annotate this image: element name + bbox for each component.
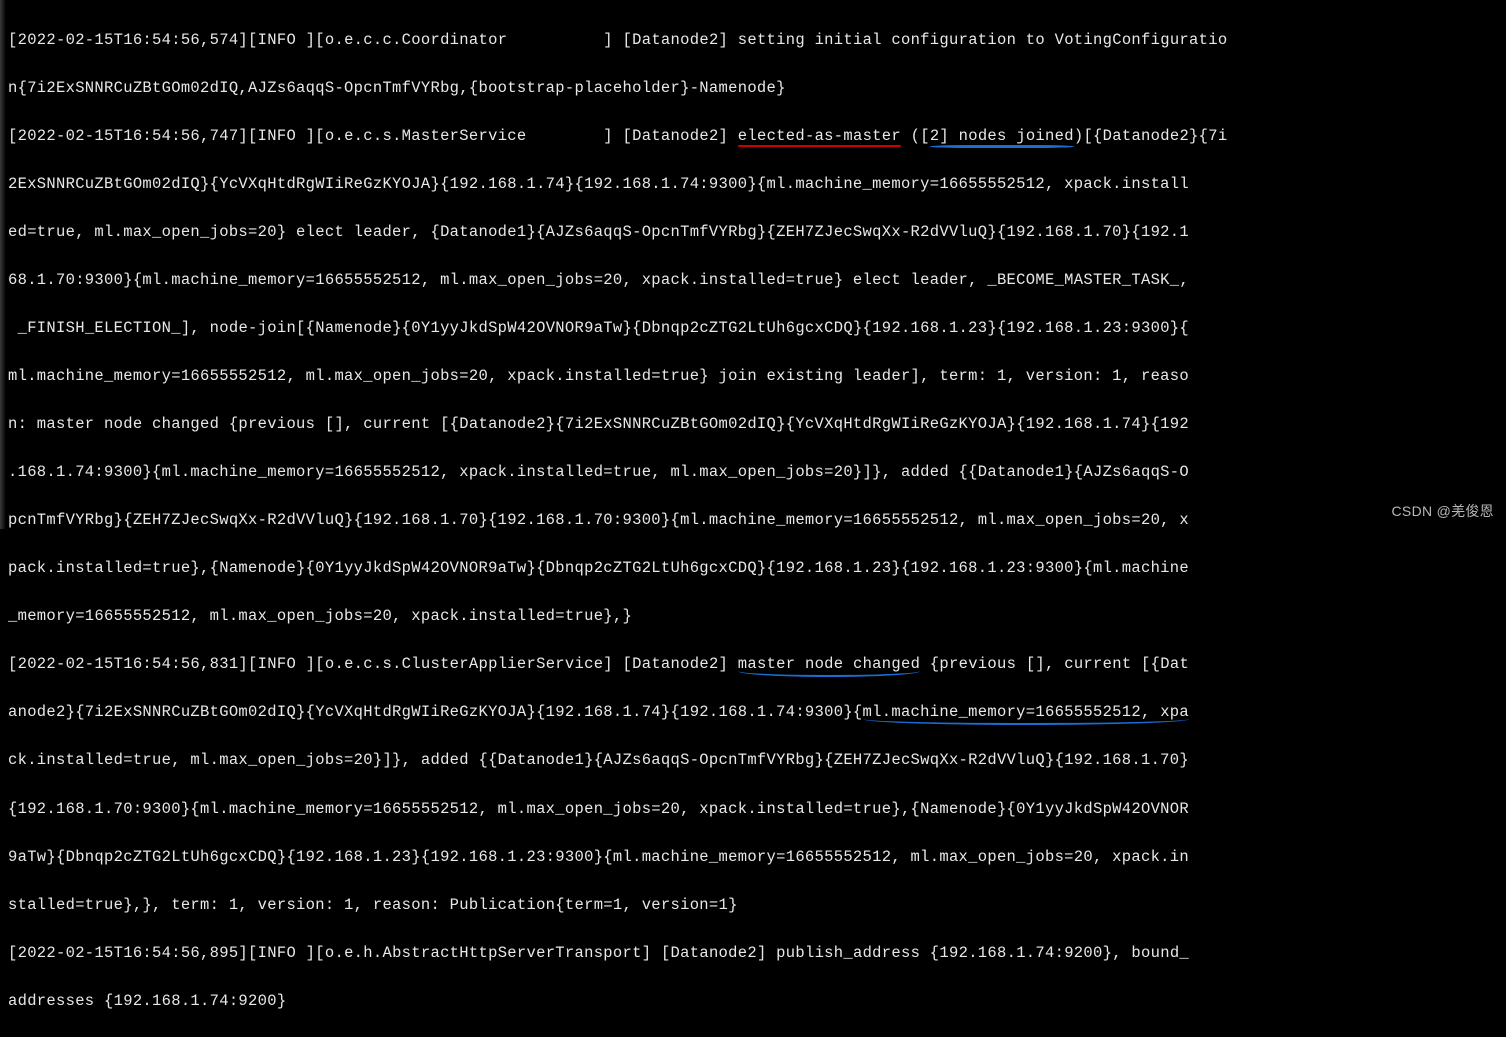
- terminal-output: [2022-02-15T16:54:56,574][INFO ][o.e.c.c…: [8, 4, 1498, 1037]
- log-line: ml.machine_memory=16655552512, ml.max_op…: [8, 364, 1498, 388]
- log-line: .168.1.74:9300}{ml.machine_memory=166555…: [8, 460, 1498, 484]
- log-line: [2022-02-15T16:54:56,895][INFO ][o.e.h.A…: [8, 941, 1498, 965]
- log-line: [2022-02-15T16:54:56,574][INFO ][o.e.c.c…: [8, 28, 1498, 52]
- log-level: [INFO ]: [248, 944, 315, 962]
- log-level: [INFO ]: [248, 655, 315, 673]
- log-line: addresses {192.168.1.74:9200}: [8, 989, 1498, 1013]
- nodes-joined-highlight: 2] nodes joined: [930, 127, 1074, 145]
- log-line: pack.installed=true},{Namenode}{0Y1yyJkd…: [8, 556, 1498, 580]
- log-message: setting initial configuration to VotingC…: [728, 31, 1227, 49]
- elected-as-master-highlight: elected-as-master: [738, 127, 901, 145]
- log-message: n{7i2ExSNNRCuZBtGOm02dIQ,AJZs6aqqS-OpcnT…: [8, 79, 786, 97]
- log-text: ([: [901, 127, 930, 145]
- window-left-edge: [0, 0, 6, 529]
- logger-name: [o.e.c.s.MasterService ]: [315, 127, 613, 145]
- log-line: [2022-02-15T16:54:56,831][INFO ][o.e.c.s…: [8, 652, 1498, 676]
- log-line: 2ExSNNRCuZBtGOm02dIQ}{YcVXqHtdRgWIiReGzK…: [8, 172, 1498, 196]
- log-line: 68.1.70:9300}{ml.machine_memory=16655552…: [8, 268, 1498, 292]
- logger-name: [o.e.c.c.Coordinator ]: [315, 31, 613, 49]
- log-line: _FINISH_ELECTION_], node-join[{Namenode}…: [8, 316, 1498, 340]
- watermark: CSDN @羌俊恩: [1392, 501, 1494, 523]
- machine-memory-highlight: ml.machine_memory=16655552512, xpa: [863, 703, 1189, 721]
- log-line: {192.168.1.70:9300}{ml.machine_memory=16…: [8, 797, 1498, 821]
- logger-name: [o.e.h.AbstractHttpServerTransport]: [315, 944, 651, 962]
- log-line: ck.installed=true, ml.max_open_jobs=20}]…: [8, 748, 1498, 772]
- log-line: [2022-02-15T16:54:56,747][INFO ][o.e.c.s…: [8, 124, 1498, 148]
- log-level: [INFO ]: [248, 127, 315, 145]
- timestamp: [2022-02-15T16:54:56,574]: [8, 31, 248, 49]
- log-text: {previous [], current [{Dat: [920, 655, 1189, 673]
- log-level: [INFO ]: [248, 31, 315, 49]
- log-message: publish_address {192.168.1.74:9200}, bou…: [767, 944, 1189, 962]
- timestamp: [2022-02-15T16:54:56,895]: [8, 944, 248, 962]
- log-line: n{7i2ExSNNRCuZBtGOm02dIQ,AJZs6aqqS-OpcnT…: [8, 76, 1498, 100]
- log-line: 9aTw}{Dbnqp2cZTG2LtUh6gcxCDQ}{192.168.1.…: [8, 845, 1498, 869]
- log-line: stalled=true},}, term: 1, version: 1, re…: [8, 893, 1498, 917]
- node-name: [Datanode2]: [661, 944, 767, 962]
- log-line: _memory=16655552512, ml.max_open_jobs=20…: [8, 604, 1498, 628]
- log-text: anode2}{7i2ExSNNRCuZBtGOm02dIQ}{YcVXqHtd…: [8, 703, 863, 721]
- log-line: ed=true, ml.max_open_jobs=20} elect lead…: [8, 220, 1498, 244]
- log-text: )[{Datanode2}{7i: [1074, 127, 1228, 145]
- log-line: anode2}{7i2ExSNNRCuZBtGOm02dIQ}{YcVXqHtd…: [8, 700, 1498, 724]
- logger-name: [o.e.c.s.ClusterApplierService]: [315, 655, 613, 673]
- node-name: [Datanode2]: [623, 127, 729, 145]
- log-line: n: master node changed {previous [], cur…: [8, 412, 1498, 436]
- master-node-changed-highlight: master node changed: [738, 655, 920, 673]
- node-name: [Datanode2]: [623, 31, 729, 49]
- node-name: [Datanode2]: [623, 655, 729, 673]
- timestamp: [2022-02-15T16:54:56,747]: [8, 127, 248, 145]
- timestamp: [2022-02-15T16:54:56,831]: [8, 655, 248, 673]
